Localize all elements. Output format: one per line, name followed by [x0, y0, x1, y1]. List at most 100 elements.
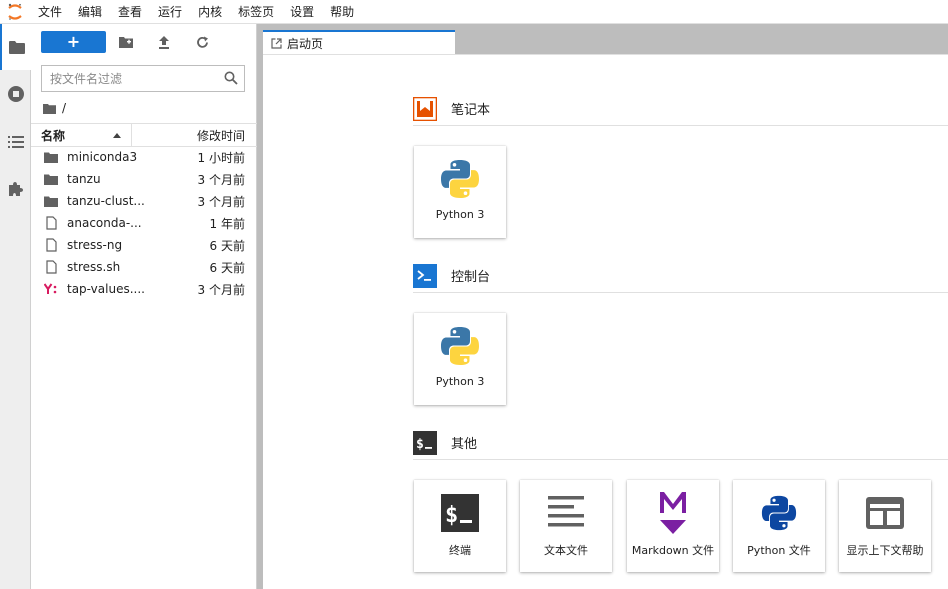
python-logo-icon [414, 156, 506, 202]
folder-icon [44, 196, 58, 207]
terminal-icon: $ [414, 490, 506, 536]
file-name: stress.sh [67, 260, 121, 274]
folder-icon [44, 174, 58, 185]
file-icon [45, 238, 57, 252]
file-row[interactable]: tanzu-clust... 3 个月前 [31, 190, 257, 212]
text-file-card[interactable]: 文本文件 [520, 480, 612, 572]
folder-icon [8, 41, 25, 54]
menu-kernel[interactable]: 内核 [190, 0, 230, 24]
menu-tabs[interactable]: 标签页 [230, 0, 282, 24]
file-row[interactable]: stress-ng 6 天前 [31, 234, 257, 256]
card-label: 显示上下文帮助 [846, 544, 924, 557]
context-help-icon [839, 490, 931, 536]
console-icon [413, 263, 437, 288]
file-name: tap-values.... [67, 282, 145, 296]
file-modified: 3 个月前 [197, 194, 245, 209]
section-title: 笔记本 [451, 103, 491, 118]
extensions-tab[interactable] [0, 166, 31, 212]
card-label: 文本文件 [544, 544, 588, 557]
upload-icon[interactable] [156, 34, 172, 50]
new-folder-icon[interactable] [118, 34, 134, 50]
running-tab[interactable] [0, 71, 31, 117]
card-label: Python 3 [435, 375, 485, 388]
markdown-file-card[interactable]: Markdown 文件 [627, 480, 719, 572]
tab-launcher[interactable]: 启动页 [263, 30, 455, 54]
home-folder-icon[interactable] [43, 103, 56, 114]
jupyter-logo-icon [0, 0, 30, 24]
file-modified: 1 小时前 [197, 150, 245, 165]
card-label: Python 3 [435, 208, 485, 221]
terminal-card[interactable]: $ 终端 [414, 480, 506, 572]
menu-edit[interactable]: 编辑 [70, 0, 110, 24]
menu-file[interactable]: 文件 [30, 0, 70, 24]
file-name: tanzu [67, 172, 101, 186]
menu-help[interactable]: 帮助 [322, 0, 362, 24]
file-name: tanzu-clust... [67, 194, 145, 208]
python-file-card[interactable]: Python 文件 [733, 480, 825, 572]
svg-text:$: $ [416, 437, 424, 452]
context-help-card[interactable]: 显示上下文帮助 [839, 480, 931, 572]
file-name: miniconda3 [67, 150, 138, 164]
file-modified: 3 个月前 [197, 172, 245, 187]
list-icon [7, 136, 24, 148]
notebook-section-header: 笔记本 [413, 92, 948, 126]
card-label: Python 文件 [747, 544, 811, 557]
menu-run[interactable]: 运行 [150, 0, 190, 24]
file-modified: 6 天前 [209, 238, 245, 253]
menu-bar: 文件 编辑 查看 运行 内核 标签页 设置 帮助 [0, 0, 948, 24]
file-row[interactable]: tap-values.... 3 个月前 [31, 278, 257, 300]
file-row[interactable]: anaconda-... 1 年前 [31, 212, 257, 234]
search-icon [224, 71, 238, 85]
notebook-python3-card[interactable]: Python 3 [414, 146, 506, 238]
file-name: anaconda-... [67, 216, 142, 230]
activity-bar [0, 24, 31, 589]
breadcrumb: / [43, 100, 66, 116]
folder-icon [44, 152, 58, 163]
file-browser-toolbar: + [31, 24, 257, 60]
new-launcher-button[interactable]: + [41, 31, 106, 53]
puzzle-icon [8, 182, 23, 196]
file-browser-panel: + / 名称 修改时间 miniconda3 1 小时前 tanzu 3 个月前 [31, 24, 257, 589]
section-title: 其他 [451, 437, 478, 452]
file-icon [45, 216, 57, 230]
text-file-icon [520, 490, 612, 536]
column-name-header[interactable]: 名称 [31, 124, 132, 146]
launch-icon [271, 37, 282, 49]
file-name: stress-ng [67, 238, 123, 252]
file-row[interactable]: miniconda3 1 小时前 [31, 146, 257, 168]
markdown-icon [627, 490, 719, 536]
file-browser-tab[interactable] [0, 24, 31, 70]
menu-view[interactable]: 查看 [110, 0, 150, 24]
breadcrumb-root[interactable]: / [62, 101, 66, 115]
main-tab-bar: 启动页 [263, 24, 948, 54]
column-modified-header[interactable]: 修改时间 [132, 127, 257, 144]
tab-label: 启动页 [287, 36, 324, 51]
menu-settings[interactable]: 设置 [282, 0, 322, 24]
console-section-header: 控制台 [413, 259, 948, 293]
other-section-header: $ 其他 [413, 426, 948, 460]
file-row[interactable]: tanzu 3 个月前 [31, 168, 257, 190]
file-filter-box [41, 65, 245, 92]
file-list-header: 名称 修改时间 [31, 123, 257, 147]
file-row[interactable]: stress.sh 6 天前 [31, 256, 257, 278]
card-label: 终端 [449, 544, 471, 557]
card-label: Markdown 文件 [631, 544, 715, 557]
console-python3-card[interactable]: Python 3 [414, 313, 506, 405]
svg-text:$: $ [445, 503, 458, 528]
stop-circle-icon [7, 86, 24, 102]
file-modified: 3 个月前 [197, 282, 245, 297]
python-file-icon [733, 490, 825, 536]
notebook-icon [413, 96, 437, 121]
yaml-icon [44, 283, 57, 294]
launcher-area: 笔记本 Python 3 控制台 Python 3 $ 其他 $ 终端 文本文件… [263, 54, 948, 589]
python-logo-icon [414, 323, 506, 369]
file-modified: 1 年前 [209, 216, 245, 231]
terminal-small-icon: $ [413, 430, 437, 455]
sort-up-icon [113, 132, 121, 138]
file-icon [45, 260, 57, 274]
toc-tab[interactable] [0, 119, 31, 165]
file-filter-input[interactable] [42, 66, 217, 91]
section-title: 控制台 [451, 270, 491, 285]
refresh-icon[interactable] [194, 34, 210, 50]
file-modified: 6 天前 [209, 260, 245, 275]
